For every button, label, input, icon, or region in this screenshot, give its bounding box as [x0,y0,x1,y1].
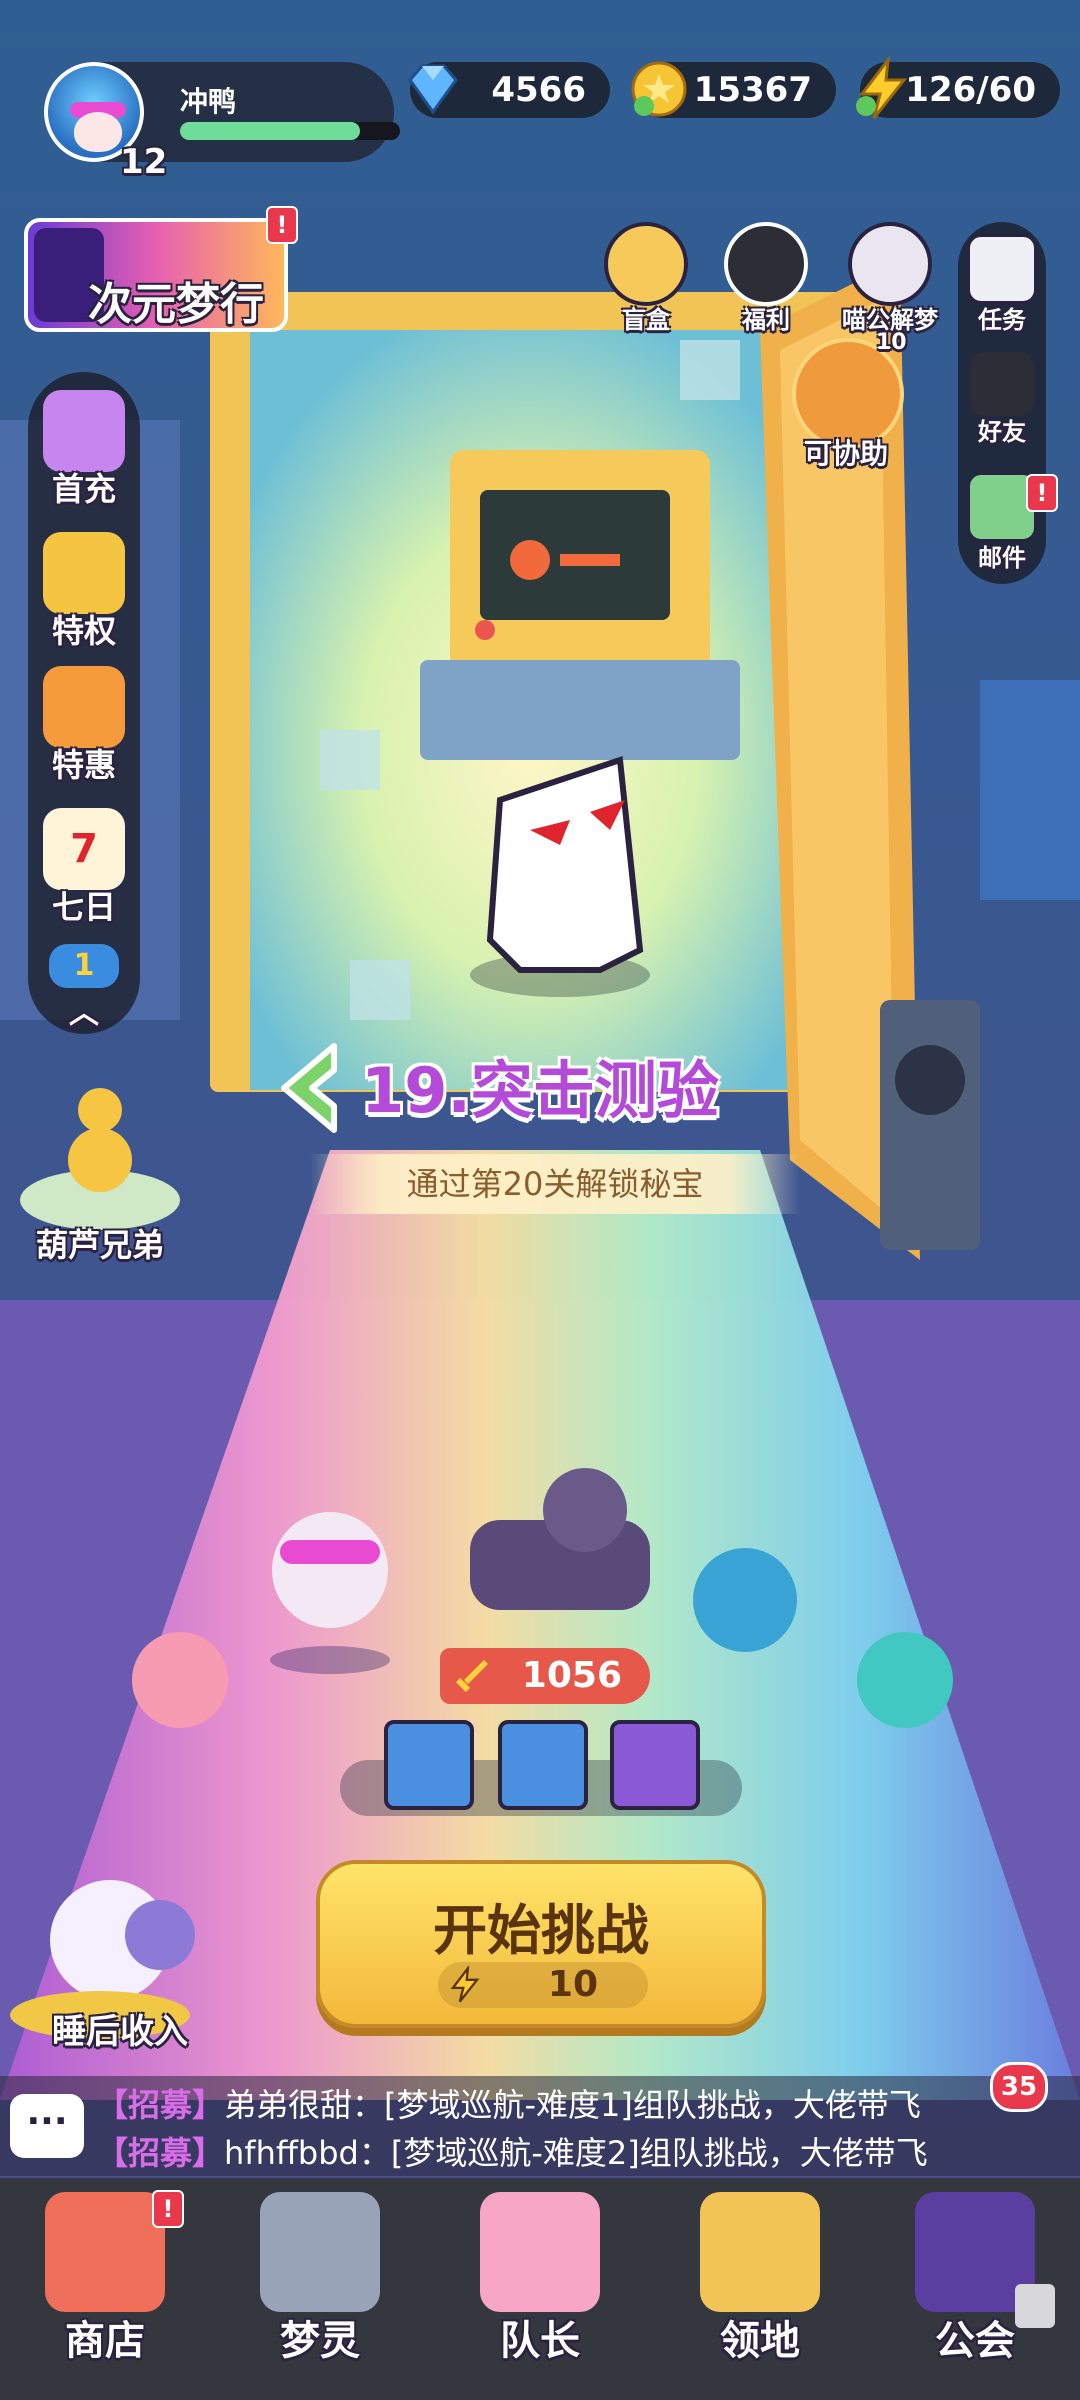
chest-star-icon[interactable] [498,1720,588,1810]
captain-avatar-icon [480,2192,600,2312]
blind-box-icon [604,222,688,306]
banner-alert-badge: ! [266,206,298,244]
chat-text: 弟弟很甜：[梦域巡航-难度1]组队挑战，大佬带飞 [224,2086,921,2124]
team-power: 1056 [440,1648,650,1704]
chat-tag: 【招募】 [96,2086,225,2124]
gourd-event-label: 葫芦兄弟 [35,1226,164,1264]
chat-unread-badge: 35 [990,2062,1048,2112]
seven-days-button[interactable]: 7 七日 [28,808,140,928]
chat-bubble-icon[interactable]: ··· [10,2094,84,2158]
energy-value: 126/60 [905,70,1036,110]
privilege-label: 特权 [51,612,116,650]
right-menu: 任务 好友 邮件 [958,222,1046,584]
privilege-button[interactable]: 特权 [28,532,140,652]
nav-guild[interactable]: 公会 [875,2192,1075,2366]
lightning-icon [856,56,908,119]
energy-counter[interactable]: 126/60 [856,56,1060,119]
left-menu: 首充 特权 特惠 7 七日 1 ︿ [28,372,140,1034]
prev-stage-arrow-icon[interactable] [274,1040,338,1136]
chat-ticker[interactable]: ··· 【招募】弟弟很甜：[梦域巡航-难度1]组队挑战，大佬带飞 【招募】hfh… [0,2076,1080,2176]
tasks-button[interactable]: 任务 [958,234,1046,335]
team-power-value: 1056 [521,1655,622,1696]
shop-icon [45,2192,165,2312]
lightning-icon [450,1966,480,2003]
mail-label: 邮件 [978,544,1026,572]
player-name: 冲鸭 [180,85,237,118]
hammer-icon [43,390,125,472]
chat-line: 【招募】hfhffbbd：[梦域巡航-难度2]组队挑战，大佬带飞 [96,2128,928,2174]
coins-counter[interactable]: 15367 [631,61,836,118]
sword-icon [455,1660,488,1693]
robot-icon [260,2192,380,2312]
player-card[interactable]: 冲鸭 12 [44,62,400,182]
nav-captain-label: 队长 [500,2318,580,2364]
door-icon [700,2192,820,2312]
friends-button[interactable]: 好友 [958,352,1046,447]
shop-alert-badge: ! [152,2190,184,2228]
seven-days-label: 七日 [51,888,116,926]
start-challenge-cost-value: 10 [547,1964,598,2005]
chest-star-icon[interactable] [610,1720,700,1810]
exp-bar-fill [180,122,361,140]
event-banner[interactable]: 次元梦行 [24,218,288,332]
chest-star-icon[interactable] [384,1720,474,1810]
more-button[interactable]: 1 ︿ [28,944,140,1032]
tasks-label: 任务 [978,306,1026,334]
gems-value: 4566 [491,70,586,110]
nav-shop-label: 商店 [65,2318,145,2364]
first-charge-button[interactable]: 首充 [28,390,140,510]
nav-territory-label: 领地 [720,2318,800,2364]
welfare-label: 福利 [742,306,790,334]
friends-icon [970,352,1034,416]
idle-income-label[interactable]: 睡后收入 [30,2004,210,2053]
player-level: 12 [120,142,168,182]
lock-icon [1015,2284,1055,2328]
welfare-button[interactable]: 福利 [706,222,826,335]
avatar-face [74,112,122,152]
reward-chests [340,1720,742,1816]
assist-button[interactable]: 10 可协助 [790,330,918,470]
card-icon [43,532,125,614]
stage-title: 19.突击测验 [361,1054,719,1127]
gourd-event-button[interactable]: 葫芦兄弟 [10,1220,190,1266]
cat-dream-icon [848,222,932,306]
coins-value: 15367 [693,70,812,110]
stage-subtitle: 通过第20关解锁秘宝 [310,1154,800,1214]
assist-count: 10 [876,330,907,355]
nav-spirits[interactable]: 梦灵 [220,2192,420,2366]
dream-button[interactable]: 喵公解梦 [830,222,950,335]
mail-alert-badge: ! [1026,474,1058,512]
start-challenge-button[interactable]: 开始挑战 10 [316,1860,766,2028]
assist-label: 可协助 [804,437,889,470]
more-card-icon: 1 [49,944,119,988]
chat-tag: 【招募】 [96,2134,225,2172]
clipboard-icon [967,234,1037,304]
nav-territory[interactable]: 领地 [660,2192,860,2366]
gems-counter[interactable]: 4566 [408,62,610,118]
deals-button[interactable]: 特惠 [28,666,140,786]
chat-line: 【招募】弟弟很甜：[梦域巡航-难度1]组队挑战，大佬带飞 [96,2080,921,2126]
banner-label: 次元梦行 [88,279,264,330]
gift-icon [724,222,808,306]
blind-box-label: 盲盒 [622,306,670,334]
deals-label: 特惠 [51,746,116,784]
chevron-up-icon: ︿ [69,996,99,1031]
friends-label: 好友 [978,418,1026,446]
chat-text: hfhffbbd：[梦域巡航-难度2]组队挑战，大佬带飞 [224,2134,928,2172]
blind-box-button[interactable]: 盲盒 [586,222,706,335]
first-charge-label: 首充 [51,470,116,508]
nav-captain[interactable]: 队长 [440,2192,640,2366]
start-challenge-cost: 10 [438,1962,648,2008]
nav-spirits-label: 梦灵 [280,2318,360,2364]
calendar-icon: 7 [43,808,125,890]
exp-bar [180,122,400,140]
start-challenge-label: 开始挑战 [433,1899,649,1962]
coin-plus-icon [631,61,687,117]
gem-icon [408,64,458,115]
gift-box-icon [43,666,125,748]
